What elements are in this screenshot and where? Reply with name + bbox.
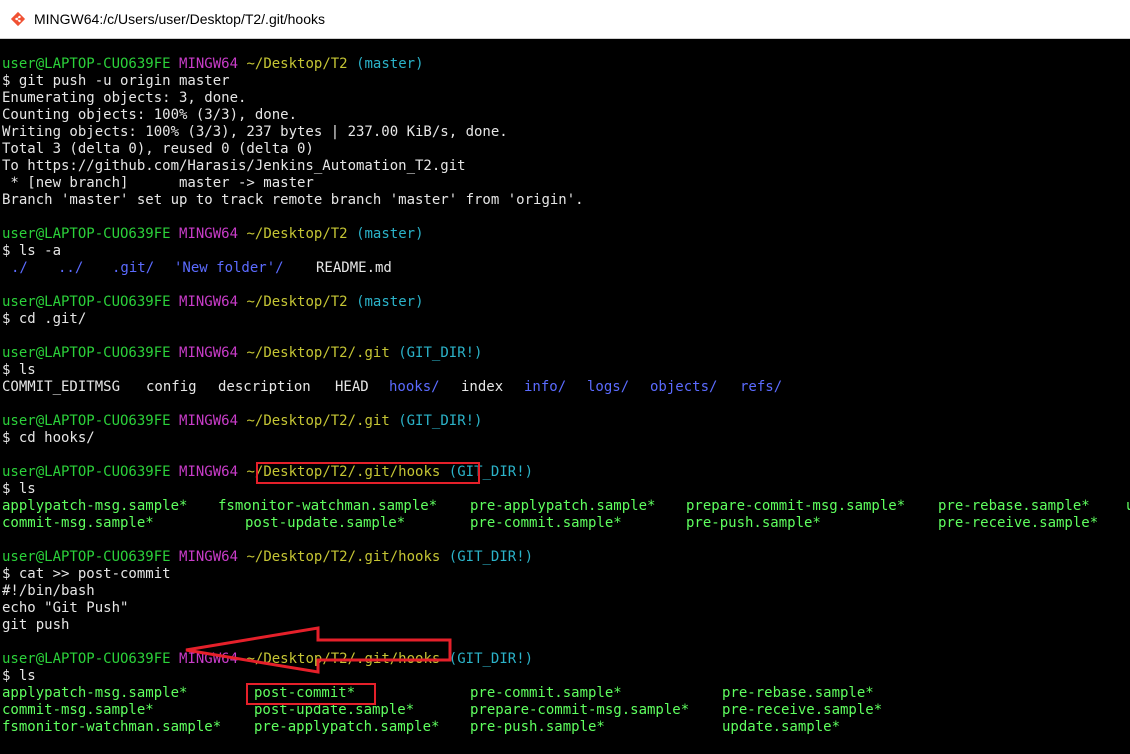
prompt-line: user@LAPTOP-CUO639FE MINGW64 ~/Desktop/T… [2, 226, 424, 243]
file-entry: u [1126, 498, 1130, 515]
input-line: echo "Git Push" [2, 600, 129, 616]
dir-entry: info/ [524, 379, 567, 395]
file-entry: pre-receive.sample* [938, 515, 1099, 531]
prompt-user: user@LAPTOP-CUO639FE [2, 464, 171, 480]
file-entry: pre-applypatch.sample* [470, 498, 656, 514]
file-entry: index [461, 379, 504, 395]
file-entry: pre-receive.sample* [722, 702, 883, 718]
prompt-user: user@LAPTOP-CUO639FE [2, 651, 171, 667]
dir-entry: logs/ [587, 379, 630, 395]
dir-entry: .git/ [112, 260, 155, 276]
prompt-sys: MINGW64 [179, 56, 239, 72]
prompt-line: user@LAPTOP-CUO639FE MINGW64 ~/Desktop/T… [2, 413, 483, 430]
prompt-sys: MINGW64 [179, 345, 239, 361]
prompt-path: ~/Desktop/T2 [246, 56, 348, 72]
terminal-output[interactable]: user@LAPTOP-CUO639FE MINGW64 ~/Desktop/T… [0, 40, 1130, 754]
window-title: MINGW64:/c/Users/user/Desktop/T2/.git/ho… [34, 11, 325, 27]
file-entry: description [218, 379, 311, 395]
input-line: #!/bin/bash [2, 583, 95, 599]
command-line: $ cat >> post-commit [2, 566, 171, 582]
output-line: * [new branch] master -> master [2, 175, 314, 191]
prompt-path: ~/Desktop/T2/.git/hooks [246, 549, 441, 565]
prompt-branch: (GIT_DIR!) [398, 413, 483, 429]
file-entry: prepare-commit-msg.sample* [686, 498, 906, 514]
output-line: Counting objects: 100% (3/3), done. [2, 107, 298, 123]
file-entry: applypatch-msg.sample* [2, 685, 188, 701]
prompt-path: ~/Desktop/T2/.git/hooks [246, 464, 441, 480]
prompt-line: user@LAPTOP-CUO639FE MINGW64 ~/Desktop/T… [2, 294, 424, 311]
command-line: $ cd hooks/ [2, 430, 95, 446]
file-entry: fsmonitor-watchman.sample* [218, 498, 438, 514]
dir-entry: objects/ [650, 379, 718, 395]
prompt-branch: (master) [356, 294, 424, 310]
dir-entry: ./ [11, 260, 28, 276]
command-line: $ ls -a [2, 243, 62, 259]
prompt-line: user@LAPTOP-CUO639FE MINGW64 ~/Desktop/T… [2, 345, 483, 362]
prompt-sys: MINGW64 [179, 549, 239, 565]
file-entry: config [146, 379, 197, 395]
prompt-path: ~/Desktop/T2 [246, 226, 348, 242]
prompt-path: ~/Desktop/T2/.git [246, 345, 390, 361]
output-line: Total 3 (delta 0), reused 0 (delta 0) [2, 141, 314, 157]
command-line: $ cd .git/ [2, 311, 87, 327]
file-entry: pre-push.sample* [470, 719, 605, 735]
output-line: Branch 'master' set up to track remote b… [2, 192, 584, 208]
git-bash-icon [10, 11, 26, 27]
prompt-user: user@LAPTOP-CUO639FE [2, 345, 171, 361]
dir-entry: ../ [58, 260, 84, 276]
prompt-line: user@LAPTOP-CUO639FE MINGW64 ~/Desktop/T… [2, 464, 533, 481]
dir-entry: hooks/ [389, 379, 440, 395]
command-line: $ ls [2, 481, 36, 497]
prompt-sys: MINGW64 [179, 464, 239, 480]
input-line: git push [2, 617, 70, 633]
file-entry: post-commit* [254, 685, 356, 701]
file-entry: pre-rebase.sample* [938, 498, 1090, 514]
file-entry: commit-msg.sample* [2, 702, 154, 718]
prompt-sys: MINGW64 [179, 294, 239, 310]
prompt-user: user@LAPTOP-CUO639FE [2, 56, 171, 72]
file-entry: pre-rebase.sample* [722, 685, 874, 701]
output-line: To https://github.com/Harasis/Jenkins_Au… [2, 158, 466, 174]
file-entry: HEAD [335, 379, 369, 395]
prompt-sys: MINGW64 [179, 413, 239, 429]
output-line: Writing objects: 100% (3/3), 237 bytes |… [2, 124, 508, 140]
prompt-branch: (master) [356, 56, 424, 72]
annotation-arrow-icon [185, 626, 452, 674]
file-entry: commit-msg.sample* [2, 515, 154, 531]
file-entry: pre-push.sample* [686, 515, 821, 531]
dir-entry: refs/ [740, 379, 783, 395]
prompt-user: user@LAPTOP-CUO639FE [2, 294, 171, 310]
command-line: $ git push -u origin master [2, 73, 230, 89]
output-line: Enumerating objects: 3, done. [2, 90, 247, 106]
file-entry: README.md [316, 260, 392, 276]
prompt-branch: (GIT_DIR!) [448, 549, 534, 565]
command-line: $ ls [2, 668, 36, 684]
dir-entry: 'New folder'/ [174, 260, 284, 276]
command-line: $ ls [2, 362, 36, 378]
file-entry: COMMIT_EDITMSG [2, 379, 121, 395]
prompt-line: user@LAPTOP-CUO639FE MINGW64 ~/Desktop/T… [2, 56, 424, 73]
prompt-branch: (GIT_DIR!) [448, 651, 534, 667]
file-entry: applypatch-msg.sample* [2, 498, 188, 514]
file-entry: post-update.sample* [245, 515, 406, 531]
file-entry: prepare-commit-msg.sample* [470, 702, 690, 718]
prompt-path: ~/Desktop/T2/.git [246, 413, 390, 429]
file-entry: update.sample* [722, 719, 841, 735]
prompt-user: user@LAPTOP-CUO639FE [2, 226, 171, 242]
file-entry: pre-applypatch.sample* [254, 719, 440, 735]
prompt-user: user@LAPTOP-CUO639FE [2, 549, 171, 565]
prompt-branch: (master) [356, 226, 424, 242]
file-entry: pre-commit.sample* [470, 685, 622, 701]
prompt-sys: MINGW64 [179, 226, 239, 242]
prompt-user: user@LAPTOP-CUO639FE [2, 413, 171, 429]
prompt-branch: (GIT_DIR!) [448, 464, 534, 480]
prompt-path: ~/Desktop/T2 [246, 294, 348, 310]
file-entry: pre-commit.sample* [470, 515, 622, 531]
prompt-branch: (GIT_DIR!) [398, 345, 483, 361]
file-entry: fsmonitor-watchman.sample* [2, 719, 222, 735]
file-entry: post-update.sample* [254, 702, 415, 718]
window-titlebar: MINGW64:/c/Users/user/Desktop/T2/.git/ho… [0, 0, 1130, 39]
prompt-line: user@LAPTOP-CUO639FE MINGW64 ~/Desktop/T… [2, 549, 533, 566]
